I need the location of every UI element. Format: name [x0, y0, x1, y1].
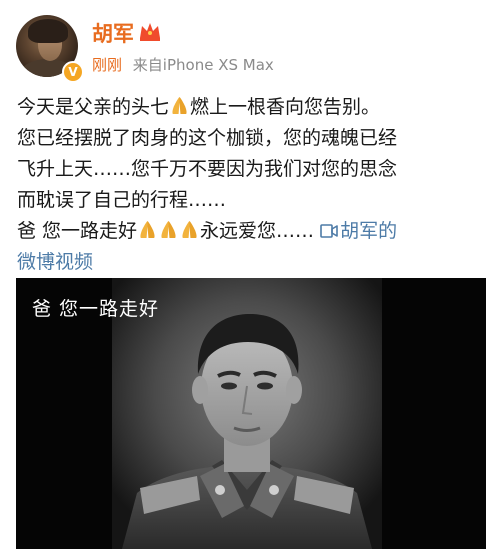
post-header: V 胡军 刚刚 来自iPhone XS Max [0, 0, 500, 90]
post-text: 今天是父亲的头七 [17, 96, 170, 118]
post-line: 您已经摆脱了肉身的这个枷锁，您的魂魄已经 [17, 127, 398, 149]
video-link[interactable]: 胡军的 [320, 220, 397, 242]
praying-hands-icon [140, 220, 155, 239]
post-time: 刚刚 [92, 56, 123, 74]
post-text: 爸 您一路走好 [17, 220, 138, 242]
video-caption: 爸 您一路走好 [32, 298, 160, 320]
praying-hands-icon [182, 220, 197, 239]
username[interactable]: 胡军 [92, 18, 134, 48]
post-line: 爸 您一路走好 永远爱您…… 胡军的 [17, 216, 487, 247]
post-source: 来自iPhone XS Max [132, 56, 274, 74]
post-text: 燃上一根香向您告别。 [190, 96, 381, 118]
video-link-label[interactable]: 胡军的 [340, 220, 397, 242]
video-player[interactable]: 爸 您一路走好 [16, 278, 486, 549]
post-text: 永远爱您…… [200, 220, 315, 242]
post-meta: 刚刚 来自iPhone XS Max [92, 54, 274, 75]
post-line: 而耽误了自己的行程…… [17, 189, 227, 211]
post-body: 今天是父亲的头七 燃上一根香向您告别。 您已经摆脱了肉身的这个枷锁，您的魂魄已经 … [17, 92, 487, 278]
post-line: 今天是父亲的头七 燃上一根香向您告别。 [17, 92, 487, 123]
post-line: 飞升上天……您千万不要因为我们对您的思念 [17, 158, 398, 180]
post-line: 微博视频 [17, 247, 487, 278]
praying-hands-icon [172, 96, 187, 115]
crown-icon[interactable] [138, 20, 162, 42]
video-link-continued[interactable]: 微博视频 [17, 251, 93, 273]
video-icon [320, 224, 338, 238]
praying-hands-icon [161, 220, 176, 239]
avatar[interactable]: V [16, 15, 84, 83]
verified-badge-icon: V [62, 61, 84, 83]
